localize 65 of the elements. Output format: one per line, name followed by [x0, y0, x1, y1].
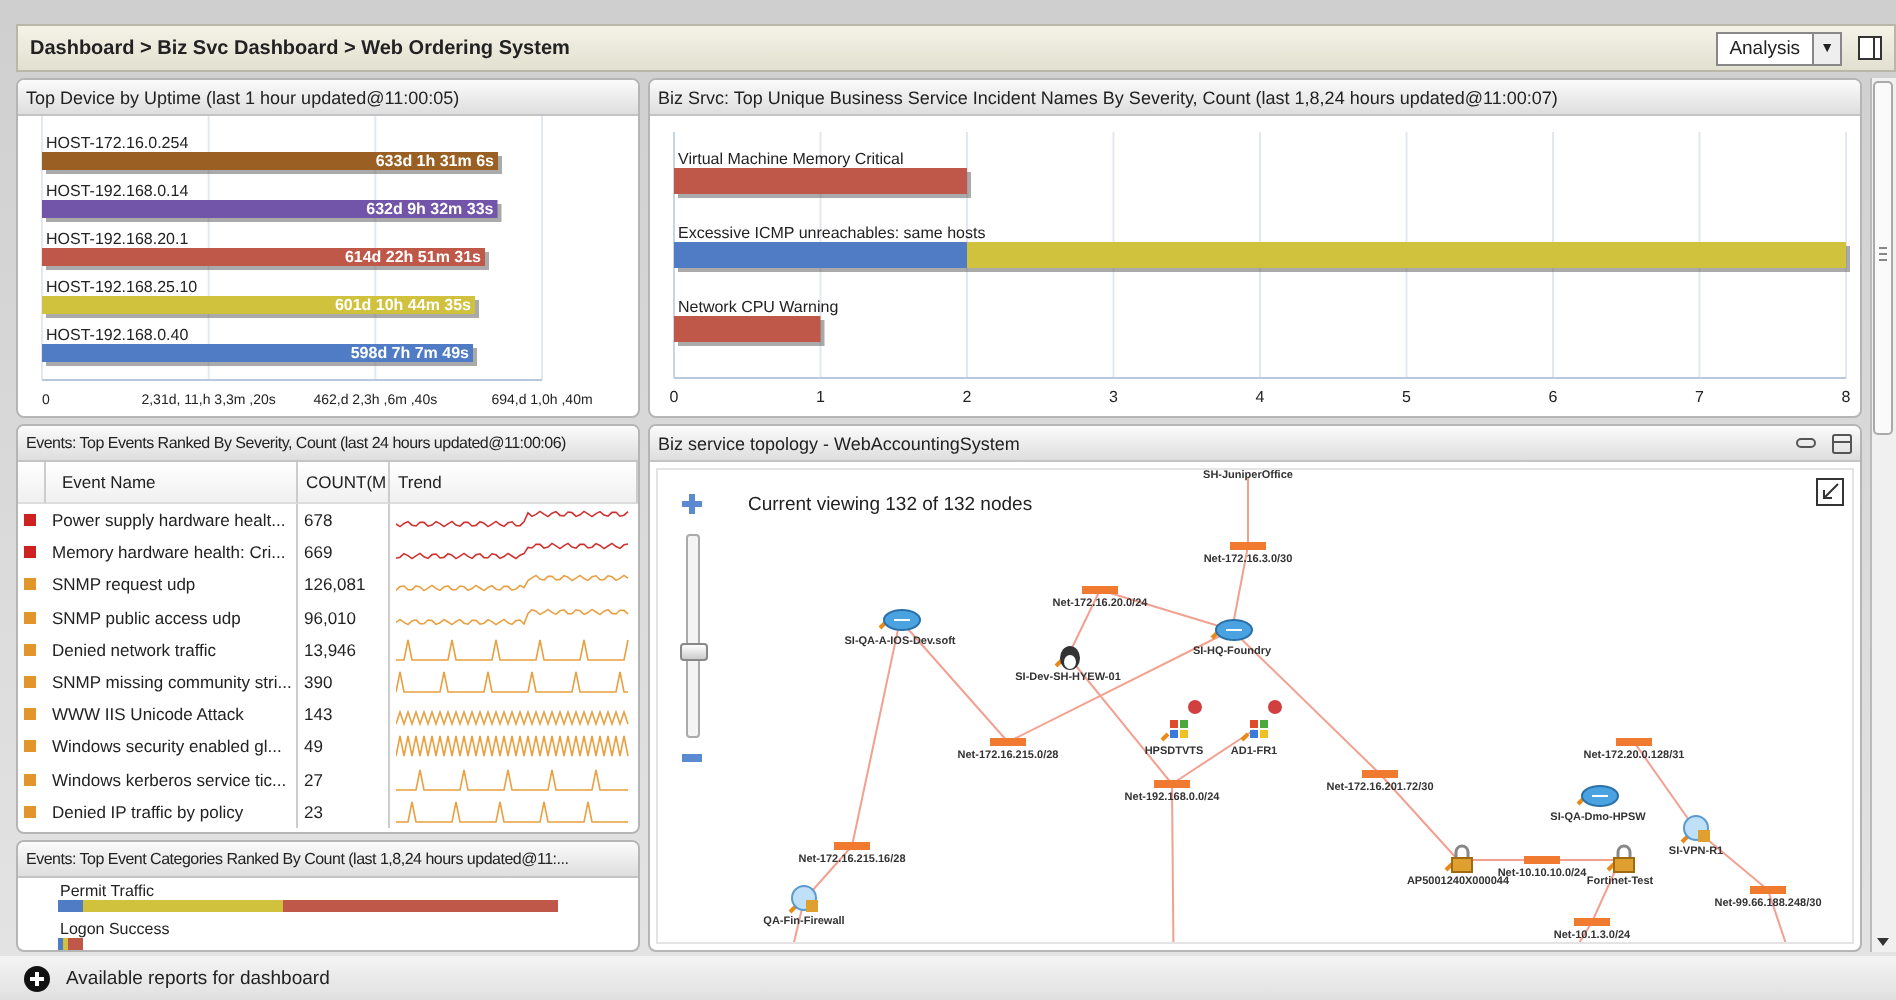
table-cell: SNMP request udp: [46, 568, 298, 602]
minimize-icon[interactable]: [1796, 437, 1816, 449]
slider-thumb[interactable]: [680, 643, 708, 661]
windows-server-icon[interactable]: [1238, 700, 1282, 746]
axis-tick-label: 8: [1841, 388, 1851, 406]
collapse-icon[interactable]: [1816, 478, 1844, 506]
column-header[interactable]: COUNT(M: [298, 462, 390, 504]
node-count-status: Current viewing 132 of 132 nodes: [748, 494, 1033, 516]
bar-label: HOST-192.168.0.40: [46, 326, 189, 344]
maximize-icon[interactable]: [1832, 433, 1852, 453]
bar-label: Excessive ICMP unreachables: same hosts: [678, 224, 986, 242]
table-cell: Denied network traffic: [46, 633, 298, 666]
bar-label: Network CPU Warning: [678, 298, 839, 316]
table-cell: 126,081: [298, 568, 390, 602]
value-label: 598d 7h 7m 49s: [350, 344, 469, 362]
bar-label: HOST-192.168.0.14: [46, 182, 189, 200]
value-label: 632d 9h 32m 33s: [366, 200, 494, 218]
axis-tick-label: 4: [1255, 388, 1265, 406]
axis-tick-label: 3: [1109, 388, 1118, 406]
bar-label: Virtual Machine Memory Critical: [678, 150, 904, 168]
category-bar-chart-drawing: Permit Traffic Logon Success: [34, 878, 614, 950]
panel-title: Events: Top Events Ranked By Severity, Count (last 24 hours updated@11:00:06): [26, 434, 566, 452]
column-header[interactable]: Trend: [390, 462, 638, 504]
value-label: 633d 1h 31m 6s: [375, 152, 494, 170]
table-cell: 23: [298, 795, 390, 828]
breadcrumb[interactable]: Dashboard > Biz Svc Dashboard > Web Ordering System: [30, 37, 570, 59]
table-cell: 27: [298, 763, 390, 796]
value-label: 614d 22h 51m 31s: [344, 248, 481, 266]
footer-label: Available reports for dashboard: [66, 967, 330, 989]
table-cell: SNMP missing community stri...: [46, 665, 298, 699]
table-cell: 143: [298, 698, 390, 731]
table-cell: 13,946: [298, 633, 390, 666]
bar-label: HOST-192.168.20.1: [46, 230, 189, 248]
panel-title: Biz Srvc: Top Unique Business Service Incident Names By Severity, Count (last 1,8,24 hours updated@11:00:07): [658, 87, 1558, 107]
table-cell: Denied IP traffic by policy: [46, 795, 298, 828]
column-header[interactable]: Event Name: [46, 462, 298, 504]
table-cell: 678: [298, 504, 390, 537]
scrollbar[interactable]: [1870, 78, 1896, 952]
table-cell: Memory hardware health: Cri...: [46, 536, 298, 569]
axis-tick-label: 6: [1548, 388, 1558, 406]
table-cell: Power supply hardware healt...: [46, 504, 298, 537]
bar-label: HOST-192.168.25.10: [46, 278, 198, 296]
table-cell: 390: [298, 665, 390, 699]
panel-title: Events: Top Event Categories Ranked By Count (last 1,8,24 hours updated@11:...: [26, 850, 569, 868]
add-icon[interactable]: [24, 965, 50, 991]
table-cell: WWW IIS Unicode Attack: [46, 698, 298, 731]
axis-tick-label: 2: [962, 388, 972, 406]
axis-tick-label: 0: [669, 388, 679, 406]
table-cell: Windows kerberos service tic...: [46, 763, 298, 796]
zoom-in-icon[interactable]: [682, 494, 702, 514]
axis-tick-label: 1: [816, 388, 825, 406]
table-cell: 96,010: [298, 601, 390, 634]
table-cell: SNMP public access udp: [46, 601, 298, 634]
value-label: 601d 10h 44m 35s: [334, 296, 471, 314]
axis-tick-label: 5: [1402, 388, 1411, 406]
table-cell: Windows security enabled gl...: [46, 730, 298, 763]
panel-layout-icon[interactable]: [1858, 36, 1882, 60]
scrollbar-thumb[interactable]: [1872, 78, 1894, 438]
table-cell: 669: [298, 536, 390, 569]
panel-title: Top Device by Uptime (last 1 hour updated@11:00:05): [26, 87, 460, 107]
bar-label: HOST-172.16.0.254: [46, 134, 189, 152]
windows-server-icon[interactable]: [1158, 700, 1202, 746]
axis-tick-label: 7: [1695, 388, 1704, 406]
table-cell: 49: [298, 730, 390, 763]
panel-title: Biz service topology - WebAccountingSystem: [658, 433, 1020, 453]
